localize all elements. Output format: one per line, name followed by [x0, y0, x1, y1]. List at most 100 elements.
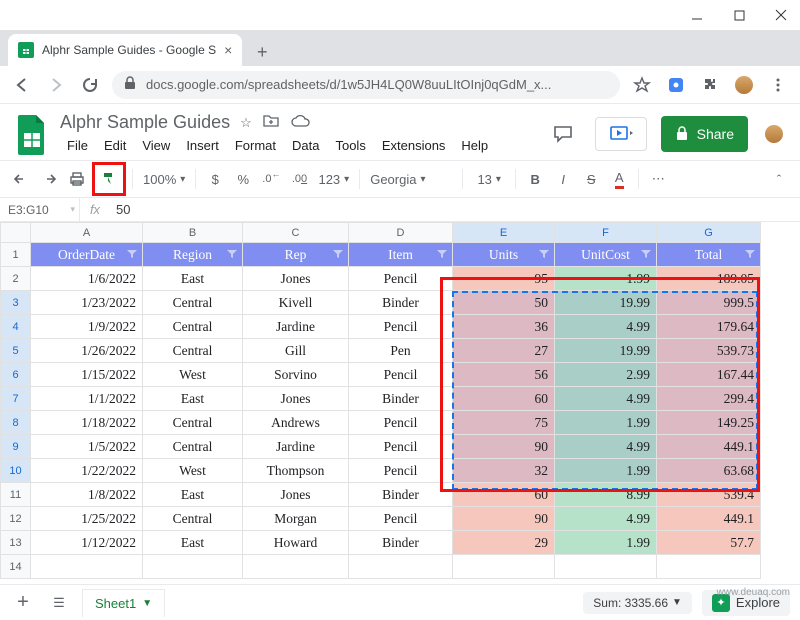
- cell[interactable]: Central: [143, 291, 243, 315]
- cell[interactable]: 539.4: [657, 483, 761, 507]
- cell[interactable]: Central: [143, 507, 243, 531]
- redo-button[interactable]: [36, 166, 62, 192]
- comments-button[interactable]: [545, 116, 581, 152]
- header-cell[interactable]: Rep: [243, 243, 349, 267]
- name-box[interactable]: E3:G10: [0, 198, 80, 221]
- cell[interactable]: Jones: [243, 483, 349, 507]
- add-sheet-button[interactable]: +: [10, 590, 36, 616]
- cell[interactable]: Jardine: [243, 435, 349, 459]
- cell[interactable]: Jones: [243, 267, 349, 291]
- filter-icon[interactable]: [126, 247, 138, 263]
- menu-format[interactable]: Format: [228, 135, 283, 156]
- text-color-button[interactable]: A: [606, 166, 632, 192]
- cell[interactable]: Pencil: [349, 507, 453, 531]
- cell[interactable]: Morgan: [243, 507, 349, 531]
- cell[interactable]: 167.44: [657, 363, 761, 387]
- filter-icon[interactable]: [226, 247, 238, 263]
- cell[interactable]: 539.73: [657, 339, 761, 363]
- cell[interactable]: 60: [453, 387, 555, 411]
- cell[interactable]: West: [143, 459, 243, 483]
- cell[interactable]: Central: [143, 315, 243, 339]
- cell[interactable]: Jardine: [243, 315, 349, 339]
- cell[interactable]: 4.99: [555, 507, 657, 531]
- col-header-d[interactable]: D: [349, 223, 453, 243]
- row-header[interactable]: 14: [1, 555, 31, 579]
- cell[interactable]: 19.99: [555, 291, 657, 315]
- filter-icon[interactable]: [332, 247, 344, 263]
- cell[interactable]: 1.99: [555, 459, 657, 483]
- toolbar-more-icon[interactable]: ⋯: [645, 166, 671, 192]
- row-header[interactable]: 9: [1, 435, 31, 459]
- col-header-f[interactable]: F: [555, 223, 657, 243]
- cell[interactable]: Thompson: [243, 459, 349, 483]
- percent-button[interactable]: %: [230, 166, 256, 192]
- star-icon[interactable]: ☆: [240, 115, 252, 131]
- browser-menu-icon[interactable]: [766, 73, 790, 97]
- cell[interactable]: East: [143, 387, 243, 411]
- cell[interactable]: 2.99: [555, 363, 657, 387]
- cell[interactable]: 27: [453, 339, 555, 363]
- quicksum-display[interactable]: Sum: 3335.66▼: [583, 592, 692, 614]
- present-button[interactable]: [595, 117, 647, 151]
- cell[interactable]: 1/5/2022: [31, 435, 143, 459]
- cell[interactable]: 19.99: [555, 339, 657, 363]
- cell[interactable]: 1/25/2022: [31, 507, 143, 531]
- undo-button[interactable]: [8, 166, 34, 192]
- filter-icon[interactable]: [436, 247, 448, 263]
- profile-avatar-icon[interactable]: [732, 73, 756, 97]
- row-header[interactable]: 4: [1, 315, 31, 339]
- share-button[interactable]: Share: [661, 116, 748, 152]
- cell[interactable]: [453, 555, 555, 579]
- cell[interactable]: Binder: [349, 291, 453, 315]
- bold-button[interactable]: B: [522, 166, 548, 192]
- move-folder-icon[interactable]: [262, 113, 280, 132]
- cell[interactable]: [657, 555, 761, 579]
- row-header[interactable]: 8: [1, 411, 31, 435]
- cell[interactable]: East: [143, 531, 243, 555]
- document-title[interactable]: Alphr Sample Guides: [60, 112, 230, 133]
- filter-icon[interactable]: [538, 247, 550, 263]
- cell[interactable]: Pencil: [349, 315, 453, 339]
- cell[interactable]: [143, 555, 243, 579]
- header-cell[interactable]: Region: [143, 243, 243, 267]
- spreadsheet-grid[interactable]: A B C D E F G 1 OrderDate Region Rep Ite…: [0, 222, 800, 579]
- cell[interactable]: 1/22/2022: [31, 459, 143, 483]
- cell[interactable]: East: [143, 483, 243, 507]
- cell[interactable]: Pencil: [349, 363, 453, 387]
- cell[interactable]: 90: [453, 507, 555, 531]
- cell[interactable]: 449.1: [657, 435, 761, 459]
- cell[interactable]: 50: [453, 291, 555, 315]
- increase-decimal-button[interactable]: .00: [286, 166, 312, 192]
- header-cell[interactable]: Total: [657, 243, 761, 267]
- cell[interactable]: Andrews: [243, 411, 349, 435]
- cell[interactable]: 32: [453, 459, 555, 483]
- cell[interactable]: Pencil: [349, 435, 453, 459]
- row-header[interactable]: 3: [1, 291, 31, 315]
- cell[interactable]: West: [143, 363, 243, 387]
- cell[interactable]: 63.68: [657, 459, 761, 483]
- header-cell[interactable]: Item: [349, 243, 453, 267]
- extensions-puzzle-icon[interactable]: [698, 73, 722, 97]
- nav-back-button[interactable]: [10, 73, 34, 97]
- cell[interactable]: Gill: [243, 339, 349, 363]
- cell[interactable]: 179.64: [657, 315, 761, 339]
- font-size-dropdown[interactable]: 13: [469, 166, 509, 192]
- menu-help[interactable]: Help: [454, 135, 495, 156]
- cell[interactable]: Howard: [243, 531, 349, 555]
- cell[interactable]: 1/23/2022: [31, 291, 143, 315]
- cell[interactable]: 1/9/2022: [31, 315, 143, 339]
- menu-extensions[interactable]: Extensions: [375, 135, 453, 156]
- print-button[interactable]: [64, 166, 90, 192]
- filter-icon[interactable]: [744, 247, 756, 263]
- cell[interactable]: 1/15/2022: [31, 363, 143, 387]
- cell[interactable]: 29: [453, 531, 555, 555]
- font-family-dropdown[interactable]: Georgia: [366, 166, 456, 192]
- header-cell[interactable]: UnitCost: [555, 243, 657, 267]
- number-format-dropdown[interactable]: 123: [314, 166, 353, 192]
- cell[interactable]: 4.99: [555, 315, 657, 339]
- cell[interactable]: 4.99: [555, 435, 657, 459]
- window-maximize-icon[interactable]: [732, 8, 746, 22]
- cell[interactable]: 1/1/2022: [31, 387, 143, 411]
- col-header-g[interactable]: G: [657, 223, 761, 243]
- strikethrough-button[interactable]: S: [578, 166, 604, 192]
